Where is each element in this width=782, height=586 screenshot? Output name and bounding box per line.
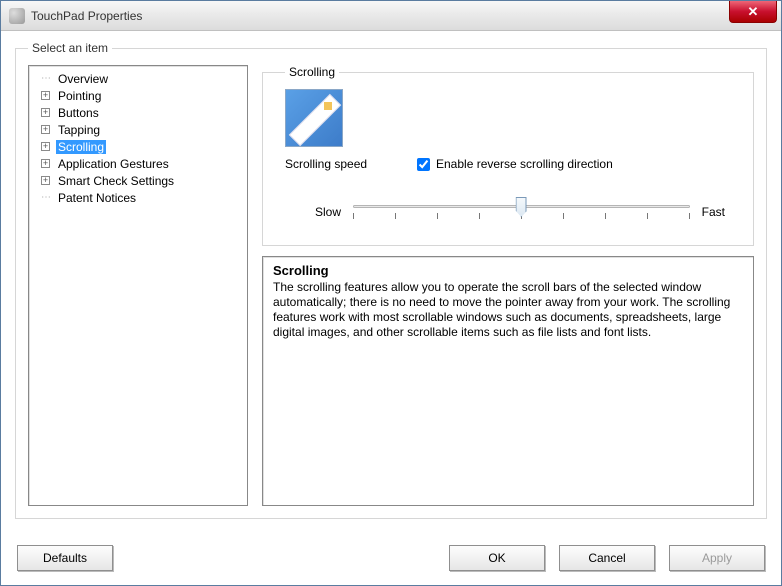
ok-button[interactable]: OK <box>449 545 545 571</box>
tree-label: Tapping <box>56 123 102 137</box>
reverse-scrolling-label: Enable reverse scrolling direction <box>436 157 613 171</box>
tree-item-smartcheck[interactable]: + Smart Check Settings <box>31 172 245 189</box>
tree-label: Patent Notices <box>56 191 138 205</box>
expand-icon[interactable]: + <box>41 176 50 185</box>
scrolling-icon <box>285 89 343 147</box>
tree-label: Smart Check Settings <box>56 174 176 188</box>
tree-item-tapping[interactable]: + Tapping <box>31 121 245 138</box>
defaults-button[interactable]: Defaults <box>17 545 113 571</box>
tree-item-scrolling[interactable]: + Scrolling <box>31 138 245 155</box>
scrolling-speed-slider[interactable] <box>353 197 690 227</box>
slider-slow-label: Slow <box>315 205 341 219</box>
tree-label: Buttons <box>56 106 101 120</box>
tree-connector-icon: ⋯ <box>41 73 56 84</box>
description-body: The scrolling features allow you to oper… <box>273 280 743 340</box>
expand-icon[interactable]: + <box>41 91 50 100</box>
window-title: TouchPad Properties <box>31 9 142 23</box>
cancel-button[interactable]: Cancel <box>559 545 655 571</box>
close-icon: ✕ <box>748 5 759 18</box>
select-item-group: Select an item ⋯ Overview + Pointing + B… <box>15 41 767 519</box>
tree-label: Scrolling <box>56 140 106 154</box>
apply-button: Apply <box>669 545 765 571</box>
window: TouchPad Properties ✕ Select an item ⋯ O… <box>0 0 782 586</box>
tree-item-buttons[interactable]: + Buttons <box>31 104 245 121</box>
content-area: Select an item ⋯ Overview + Pointing + B… <box>15 41 767 571</box>
expand-icon[interactable]: + <box>41 125 50 134</box>
slider-fast-label: Fast <box>702 205 725 219</box>
tree-item-patent[interactable]: ⋯ Patent Notices <box>31 189 245 206</box>
tree-label: Pointing <box>56 89 103 103</box>
dialog-buttons: Defaults OK Cancel Apply <box>15 545 767 571</box>
tree-item-gestures[interactable]: + Application Gestures <box>31 155 245 172</box>
scrolling-group: Scrolling Scrolling speed Enable reverse… <box>262 65 754 246</box>
tree-item-pointing[interactable]: + Pointing <box>31 87 245 104</box>
tree-label: Overview <box>56 72 110 86</box>
app-icon <box>9 8 25 24</box>
reverse-scrolling-input[interactable] <box>417 158 430 171</box>
expand-icon[interactable]: + <box>41 159 50 168</box>
expand-icon[interactable]: + <box>41 142 50 151</box>
tree-label: Application Gestures <box>56 157 171 171</box>
close-button[interactable]: ✕ <box>729 1 777 23</box>
titlebar: TouchPad Properties ✕ <box>1 1 781 31</box>
description-panel: Scrolling The scrolling features allow y… <box>262 256 754 506</box>
tree-connector-icon: ⋯ <box>41 192 56 203</box>
scrolling-legend: Scrolling <box>285 65 339 79</box>
reverse-scrolling-checkbox[interactable]: Enable reverse scrolling direction <box>417 157 613 171</box>
description-title: Scrolling <box>273 263 743 278</box>
scrolling-speed-label: Scrolling speed <box>285 157 405 171</box>
select-item-legend: Select an item <box>28 41 112 55</box>
tree-item-overview[interactable]: ⋯ Overview <box>31 70 245 87</box>
expand-icon[interactable]: + <box>41 108 50 117</box>
tree-view[interactable]: ⋯ Overview + Pointing + Buttons + Tappin… <box>28 65 248 506</box>
